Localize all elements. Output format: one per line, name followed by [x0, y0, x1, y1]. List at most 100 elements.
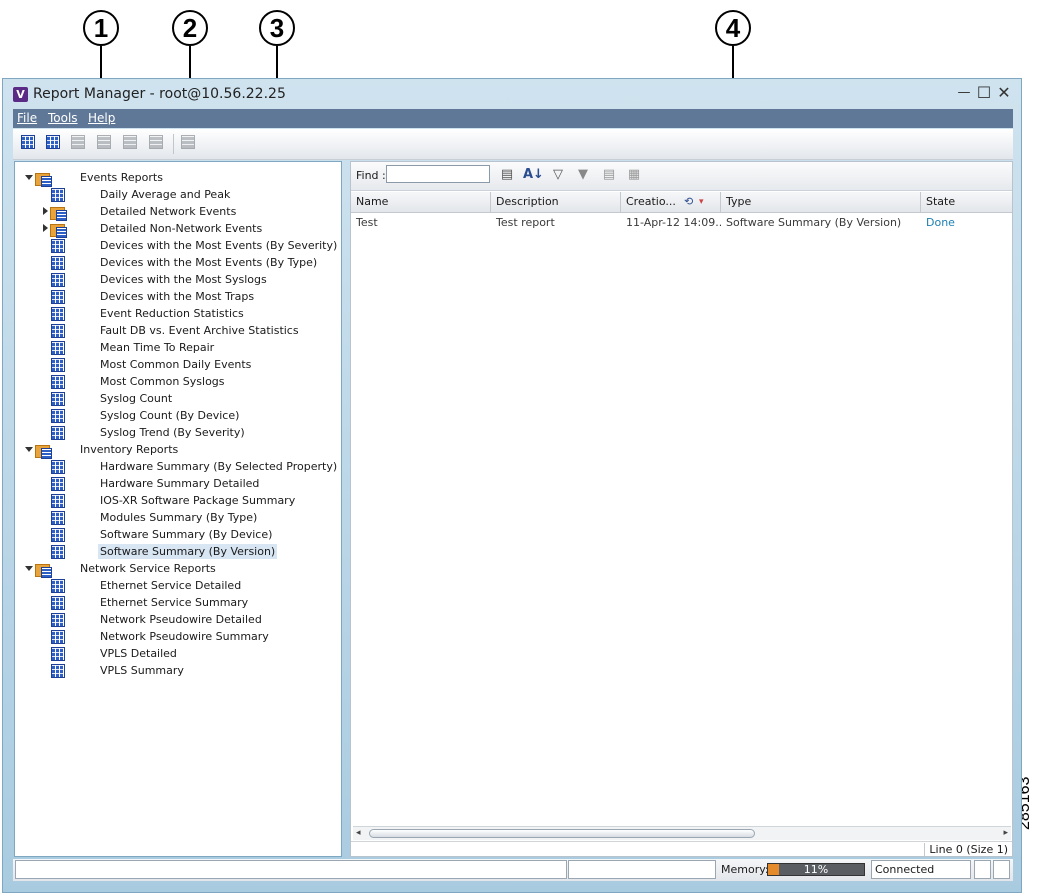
tree-report-item[interactable]: Network Pseudowire Detailed [39, 611, 264, 628]
tree-group-label: Events Reports [80, 171, 163, 184]
tree-report-item[interactable]: VPLS Detailed [39, 645, 179, 662]
column-creation-label: Creatio... [626, 195, 676, 208]
tree-report-item[interactable]: Mean Time To Repair [39, 339, 216, 356]
memory-percent: 11% [803, 863, 829, 876]
find-label: Find : [356, 169, 386, 182]
expand-toggle-icon[interactable] [25, 447, 33, 452]
tree-group[interactable]: Inventory Reports [25, 441, 180, 459]
tree-group[interactable]: Events Reports [25, 169, 165, 187]
tree-report-item[interactable]: Event Reduction Statistics [39, 305, 246, 322]
report-icon [51, 357, 65, 372]
expand-toggle-icon[interactable] [43, 207, 48, 215]
column-name[interactable]: Name [351, 192, 491, 212]
tree-report-label: Hardware Summary (By Selected Property) [100, 460, 338, 473]
report-icon [51, 595, 65, 610]
tree-report-item[interactable]: Devices with the Most Syslogs [39, 271, 269, 288]
menu-tools[interactable]: Tools [48, 111, 78, 125]
tree-report-item[interactable]: Devices with the Most Events (By Type) [39, 254, 319, 271]
title-bar[interactable]: V Report Manager - root@10.56.22.25 — ☐ … [3, 79, 1021, 109]
new-report-icon[interactable] [21, 135, 39, 152]
report-icon [51, 663, 65, 678]
tree-report-item[interactable]: Modules Summary (By Type) [39, 509, 259, 526]
tree-report-label: Daily Average and Peak [100, 188, 231, 201]
columns-icon[interactable]: ▤ [499, 167, 515, 183]
tree-report-item[interactable]: Hardware Summary (By Selected Property) [39, 458, 339, 475]
print-icon[interactable]: ▦ [626, 167, 642, 183]
export-table-icon[interactable]: ▤ [601, 167, 617, 183]
menu-bar: File Tools Help [13, 109, 1013, 128]
expand-toggle-icon[interactable] [25, 566, 33, 571]
tree-report-item[interactable]: Ethernet Service Detailed [39, 577, 243, 594]
report-icon [51, 629, 65, 644]
refresh-icon[interactable]: ⟲ [684, 192, 693, 212]
tree-report-label: Syslog Count (By Device) [100, 409, 240, 422]
callout-4: 4 [715, 10, 751, 46]
cell-type: Software Summary (By Version) [726, 216, 902, 229]
status-secondary-box [568, 860, 716, 879]
tree-report-label: VPLS Summary [100, 664, 184, 677]
column-type[interactable]: Type [721, 192, 921, 212]
export-icon[interactable] [123, 135, 141, 152]
callout-3: 3 [259, 10, 295, 46]
scrollbar-thumb[interactable] [369, 829, 755, 838]
callout-1: 1 [83, 10, 119, 46]
tree-report-item[interactable]: Syslog Count [39, 390, 174, 407]
maximize-icon[interactable]: ☐ [975, 83, 993, 102]
tree-report-item[interactable]: Syslog Count (By Device) [39, 407, 241, 424]
find-toolbar: Find : ▤ A↓ ▽ ▼ ▤ ▦ [351, 162, 1012, 191]
column-description[interactable]: Description [491, 192, 621, 212]
menu-file[interactable]: File [17, 111, 37, 125]
tree-report-item[interactable]: Network Pseudowire Summary [39, 628, 271, 645]
tree-group[interactable]: Network Service Reports [25, 560, 218, 578]
memory-label: Memory: [721, 863, 769, 876]
table-row[interactable]: Test Test report 11-Apr-12 14:09... Soft… [351, 213, 1012, 233]
tree-report-label: Network Pseudowire Detailed [100, 613, 262, 626]
tree-report-item[interactable]: Most Common Syslogs [39, 373, 227, 390]
column-state[interactable]: State [921, 192, 1012, 212]
minimize-icon[interactable]: — [955, 85, 973, 100]
tree-report-item[interactable]: Ethernet Service Summary [39, 594, 250, 611]
tree-report-item[interactable]: VPLS Summary [39, 662, 186, 679]
tree-report-item[interactable]: Daily Average and Peak [39, 186, 232, 203]
column-creation[interactable]: Creatio... ⟲ ▾ [621, 192, 721, 212]
report-icon [51, 612, 65, 627]
find-input[interactable] [386, 165, 490, 183]
report-icon [51, 238, 65, 253]
tree-report-item[interactable]: Fault DB vs. Event Archive Statistics [39, 322, 301, 339]
expand-toggle-icon[interactable] [25, 175, 33, 180]
advanced-filter-icon[interactable]: ▼ [575, 167, 591, 183]
folder-icon[interactable] [71, 135, 89, 152]
close-icon[interactable]: ✕ [995, 83, 1013, 102]
tree-report-item[interactable]: IOS-XR Software Package Summary [39, 492, 297, 509]
settings-icon[interactable] [181, 135, 199, 152]
tree-report-item[interactable]: Devices with the Most Events (By Severit… [39, 237, 339, 254]
app-logo-icon: V [13, 87, 28, 102]
menu-help[interactable]: Help [88, 111, 115, 125]
tree-report-item[interactable]: Hardware Summary Detailed [39, 475, 261, 492]
report-icon [51, 510, 65, 525]
tree-group-label: Network Service Reports [80, 562, 216, 575]
tree-report-label: Ethernet Service Summary [100, 596, 249, 609]
report-icon [51, 187, 65, 202]
sort-az-icon[interactable]: A↓ [523, 167, 544, 183]
delete-icon[interactable] [149, 135, 167, 152]
new-folder-report-icon[interactable] [46, 135, 64, 152]
tree-report-item[interactable]: Software Summary (By Version) [39, 543, 278, 560]
move-icon[interactable] [97, 135, 115, 152]
tree-report-label: Modules Summary (By Type) [100, 511, 258, 524]
tree-report-item[interactable]: Devices with the Most Traps [39, 288, 256, 305]
report-icon [51, 408, 65, 423]
tree-report-item[interactable]: Most Common Daily Events [39, 356, 253, 373]
report-icon [51, 544, 65, 559]
tree-report-item[interactable]: Syslog Trend (By Severity) [39, 424, 247, 441]
scroll-left-icon[interactable]: ◂ [356, 828, 361, 838]
expand-toggle-icon[interactable] [43, 224, 48, 232]
horizontal-scrollbar[interactable]: ◂ ▸ [353, 826, 1011, 840]
scroll-right-icon[interactable]: ▸ [1003, 828, 1008, 838]
tree-report-item[interactable]: Software Summary (By Device) [39, 526, 274, 543]
filter-icon[interactable]: ▽ [550, 167, 566, 183]
tree-report-item[interactable]: Detailed Non-Network Events [39, 220, 264, 238]
tree-report-item[interactable]: Detailed Network Events [39, 203, 238, 221]
cell-creation: 11-Apr-12 14:09... [626, 216, 721, 229]
panel-splitter[interactable] [344, 161, 349, 857]
